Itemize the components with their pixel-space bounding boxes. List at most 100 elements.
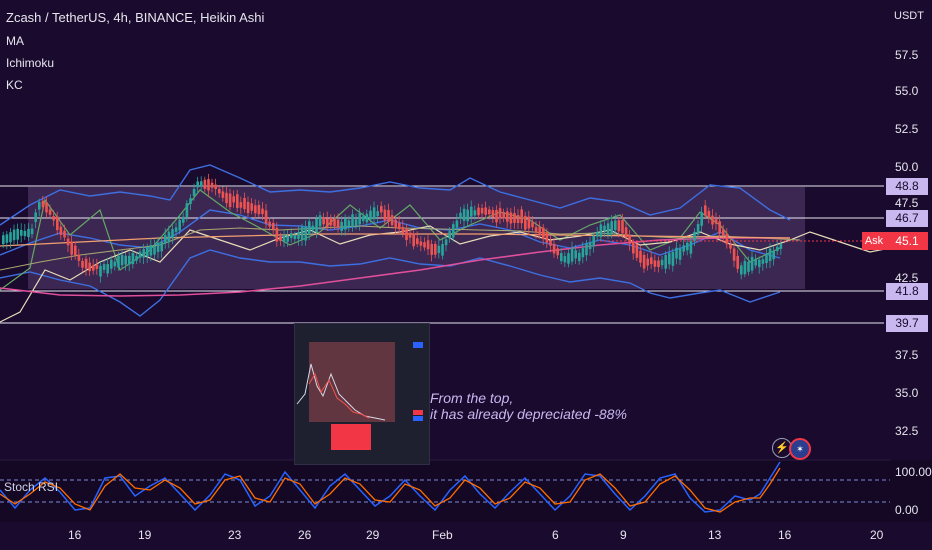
candle-body [747, 262, 750, 272]
candle-body [182, 216, 185, 223]
annotation-text: From the top, it has already depreciated… [430, 390, 627, 422]
candle-body [776, 246, 779, 252]
candle-body [63, 230, 66, 238]
candle-body [696, 223, 700, 235]
candle-body [149, 244, 153, 256]
candle-body [660, 259, 664, 266]
candle-body [311, 225, 315, 231]
candle-body [340, 221, 343, 232]
candle-body [671, 252, 675, 266]
price-tick: 35.0 [895, 386, 919, 400]
time-tick: 13 [708, 528, 722, 542]
candle-body [354, 219, 358, 226]
candle-body [437, 245, 441, 254]
time-tick: 26 [298, 528, 312, 542]
candle-body [491, 210, 495, 218]
candle-body [272, 222, 275, 230]
candle-body [689, 240, 693, 254]
candle-body [99, 265, 102, 277]
candle-body [254, 205, 257, 214]
candle-body [236, 194, 239, 208]
level-badge-39-7: 39.7 [886, 315, 928, 332]
candle-body [333, 218, 336, 227]
candle-body [552, 243, 556, 254]
candle-body [362, 216, 365, 221]
candle-body [297, 231, 300, 239]
candle-body [502, 212, 505, 219]
price-tick: 47.5 [895, 196, 919, 210]
thumbnail-drawing [296, 342, 423, 450]
candle-body [408, 232, 412, 238]
candle-body [189, 198, 192, 205]
candle-body [725, 234, 729, 245]
candle-body [156, 242, 160, 252]
candle-body [275, 227, 279, 242]
price-tick: 50.0 [895, 160, 919, 174]
candle-body [758, 259, 761, 268]
candle-body [761, 259, 765, 264]
candle-body [614, 220, 617, 231]
candle-body [506, 211, 509, 222]
candle-body [646, 258, 649, 266]
candle-body [545, 231, 549, 243]
candle-body [12, 229, 16, 241]
candle-body [516, 215, 520, 224]
candle-body [387, 209, 390, 222]
indicator-kc[interactable]: KC [6, 78, 23, 92]
candle-body [639, 250, 642, 263]
candle-body [527, 216, 531, 229]
candle-body [77, 254, 81, 261]
candle-body [218, 189, 221, 194]
candle-body [495, 209, 498, 223]
candle-body [405, 228, 408, 241]
candle-body [41, 200, 45, 208]
candle-body [560, 253, 563, 262]
candle-body [621, 220, 624, 234]
candle-body [153, 245, 156, 255]
candle-body [750, 256, 754, 271]
candle-body [581, 248, 585, 258]
candle-body [268, 221, 271, 227]
candle-body [578, 252, 581, 262]
candle-body [473, 210, 477, 216]
candle-body [444, 239, 448, 246]
candle-body [549, 240, 552, 246]
time-tick: 29 [366, 528, 380, 542]
indicator-ma[interactable]: MA [6, 34, 24, 48]
price-chart[interactable] [0, 0, 932, 550]
candle-body [668, 253, 671, 265]
candle-body [207, 179, 210, 191]
candle-body [459, 212, 462, 219]
candle-body [574, 250, 577, 259]
ask-price-badge: 45.1 [886, 232, 928, 250]
candle-body [538, 226, 541, 236]
candle-body [470, 206, 473, 217]
candle-body [160, 241, 163, 252]
candle-body [88, 262, 91, 272]
annotation-line-2: it has already depreciated -88% [430, 406, 627, 422]
candle-body [16, 228, 19, 240]
flag-icon[interactable]: ✶ [789, 438, 811, 460]
candle-body [426, 240, 430, 250]
indicator-ichimoku[interactable]: Ichimoku [6, 56, 54, 70]
price-tick: 57.5 [895, 48, 919, 62]
candle-body [498, 208, 502, 219]
candle-body [754, 259, 757, 266]
candle-body [286, 235, 289, 242]
stoch-rsi-label[interactable]: Stoch RSI [4, 480, 58, 494]
candle-body [401, 226, 405, 234]
candle-body [110, 259, 113, 269]
candle-body [20, 229, 23, 236]
time-tick: Feb [432, 528, 453, 542]
candle-body [707, 210, 711, 218]
candle-body [84, 258, 88, 269]
candle-body [322, 216, 325, 225]
level-badge-41-8: 41.8 [886, 283, 928, 300]
candle-body [383, 209, 387, 221]
candle-body [81, 260, 84, 268]
candle-body [135, 255, 138, 261]
candle-body [567, 253, 570, 264]
candle-body [347, 220, 351, 227]
candle-body [423, 242, 426, 248]
candle-body [542, 227, 545, 239]
